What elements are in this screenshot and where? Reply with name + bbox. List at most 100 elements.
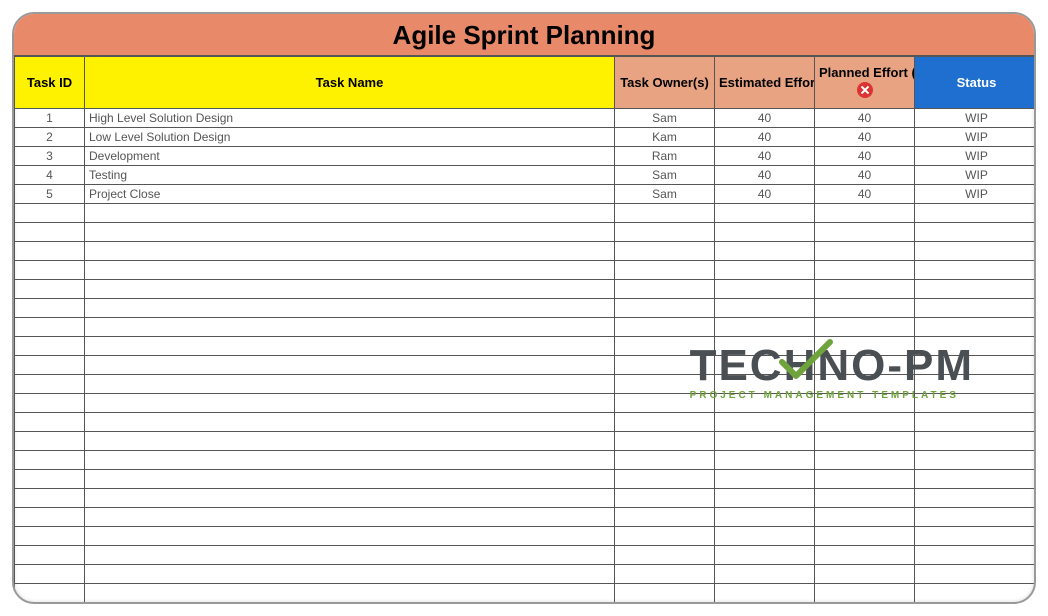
cell-empty[interactable] (715, 432, 815, 451)
cell-task-name[interactable]: Testing (85, 166, 615, 185)
cell-empty[interactable] (85, 242, 615, 261)
cell-empty[interactable] (715, 584, 815, 603)
cell-empty[interactable] (915, 394, 1037, 413)
cell-empty[interactable] (615, 603, 715, 605)
cell-empty[interactable] (915, 204, 1037, 223)
cell-empty[interactable] (815, 280, 915, 299)
cell-empty[interactable] (15, 337, 85, 356)
cell-empty[interactable] (715, 375, 815, 394)
cell-status[interactable]: WIP (915, 109, 1037, 128)
cell-empty[interactable] (915, 451, 1037, 470)
cell-task-id[interactable]: 4 (15, 166, 85, 185)
cell-empty[interactable] (715, 546, 815, 565)
cell-empty[interactable] (85, 413, 615, 432)
cell-empty[interactable] (615, 470, 715, 489)
cell-empty[interactable] (15, 603, 85, 605)
cell-task-owner[interactable]: Sam (615, 109, 715, 128)
cell-task-owner[interactable]: Ram (615, 147, 715, 166)
cell-planned[interactable]: 40 (815, 185, 915, 204)
cell-empty[interactable] (615, 527, 715, 546)
cell-empty[interactable] (915, 261, 1037, 280)
cell-estimated[interactable]: 40 (715, 166, 815, 185)
cell-empty[interactable] (815, 204, 915, 223)
cell-empty[interactable] (915, 223, 1037, 242)
cell-empty[interactable] (15, 508, 85, 527)
cell-task-name[interactable]: Low Level Solution Design (85, 128, 615, 147)
col-header-task-owner[interactable]: Task Owner(s) (615, 57, 715, 109)
col-header-estimated[interactable]: Estimated Effort (hrs) (715, 57, 815, 109)
cell-empty[interactable] (15, 470, 85, 489)
cell-empty[interactable] (615, 242, 715, 261)
cell-empty[interactable] (715, 356, 815, 375)
cell-empty[interactable] (85, 451, 615, 470)
cell-empty[interactable] (85, 470, 615, 489)
cell-empty[interactable] (15, 451, 85, 470)
cell-empty[interactable] (815, 546, 915, 565)
cell-empty[interactable] (715, 318, 815, 337)
cell-empty[interactable] (15, 356, 85, 375)
cell-estimated[interactable]: 40 (715, 109, 815, 128)
col-header-status[interactable]: Status (915, 57, 1037, 109)
cell-task-id[interactable]: 5 (15, 185, 85, 204)
cell-empty[interactable] (15, 223, 85, 242)
cell-empty[interactable] (915, 489, 1037, 508)
cell-estimated[interactable]: 40 (715, 128, 815, 147)
cell-empty[interactable] (85, 527, 615, 546)
cell-empty[interactable] (85, 261, 615, 280)
cell-empty[interactable] (15, 375, 85, 394)
cell-empty[interactable] (915, 603, 1037, 605)
cell-empty[interactable] (915, 546, 1037, 565)
cell-empty[interactable] (915, 413, 1037, 432)
cell-empty[interactable] (815, 413, 915, 432)
cell-empty[interactable] (85, 337, 615, 356)
cell-task-owner[interactable]: Sam (615, 185, 715, 204)
cell-empty[interactable] (85, 394, 615, 413)
cell-empty[interactable] (615, 394, 715, 413)
cell-empty[interactable] (715, 565, 815, 584)
cell-empty[interactable] (85, 603, 615, 605)
cell-planned[interactable]: 40 (815, 128, 915, 147)
cell-task-owner[interactable]: Sam (615, 166, 715, 185)
cell-empty[interactable] (615, 584, 715, 603)
cell-empty[interactable] (715, 413, 815, 432)
cell-empty[interactable] (15, 242, 85, 261)
cell-empty[interactable] (815, 299, 915, 318)
cell-empty[interactable] (615, 413, 715, 432)
cell-empty[interactable] (715, 337, 815, 356)
cell-status[interactable]: WIP (915, 166, 1037, 185)
cell-empty[interactable] (915, 337, 1037, 356)
cell-empty[interactable] (615, 261, 715, 280)
cell-task-id[interactable]: 2 (15, 128, 85, 147)
cell-empty[interactable] (615, 451, 715, 470)
cell-empty[interactable] (615, 546, 715, 565)
cell-empty[interactable] (615, 432, 715, 451)
cell-empty[interactable] (15, 527, 85, 546)
cell-empty[interactable] (815, 603, 915, 605)
cell-empty[interactable] (715, 280, 815, 299)
cell-empty[interactable] (85, 223, 615, 242)
cell-task-name[interactable]: High Level Solution Design (85, 109, 615, 128)
cell-empty[interactable] (915, 527, 1037, 546)
cell-empty[interactable] (15, 280, 85, 299)
cell-empty[interactable] (85, 356, 615, 375)
cell-empty[interactable] (615, 280, 715, 299)
cell-empty[interactable] (715, 223, 815, 242)
cell-empty[interactable] (715, 299, 815, 318)
cell-empty[interactable] (715, 261, 815, 280)
cell-empty[interactable] (615, 318, 715, 337)
cell-empty[interactable] (815, 432, 915, 451)
cell-empty[interactable] (85, 508, 615, 527)
cell-empty[interactable] (815, 527, 915, 546)
cell-empty[interactable] (815, 489, 915, 508)
cell-empty[interactable] (815, 584, 915, 603)
cell-status[interactable]: WIP (915, 128, 1037, 147)
cell-empty[interactable] (815, 565, 915, 584)
cell-empty[interactable] (85, 375, 615, 394)
cell-empty[interactable] (15, 432, 85, 451)
cell-empty[interactable] (85, 204, 615, 223)
cell-empty[interactable] (715, 470, 815, 489)
cell-task-id[interactable]: 1 (15, 109, 85, 128)
cell-task-name[interactable]: Project Close (85, 185, 615, 204)
cell-empty[interactable] (85, 280, 615, 299)
cell-empty[interactable] (815, 508, 915, 527)
